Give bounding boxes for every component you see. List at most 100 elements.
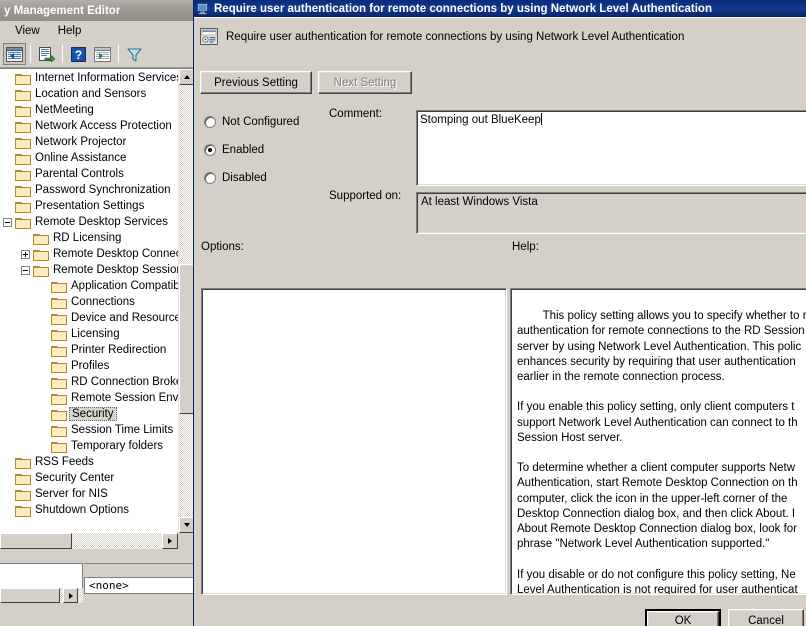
console-tree-panel: Internet Information Services Location an… xyxy=(0,68,193,533)
folder-icon xyxy=(15,168,31,181)
filter-icon[interactable] xyxy=(123,43,146,65)
tree-item-online-assistance[interactable]: Online Assistance xyxy=(0,150,178,166)
tree-item-profiles[interactable]: Profiles xyxy=(0,358,178,374)
radio-indicator[interactable] xyxy=(204,144,216,156)
tree-expander-minus-icon[interactable] xyxy=(3,217,12,227)
tree-item-label: Licensing xyxy=(71,328,120,340)
show-hide-console-tree-icon[interactable] xyxy=(3,43,26,65)
radio-indicator[interactable] xyxy=(204,116,216,128)
ok-button[interactable]: OK xyxy=(645,609,721,626)
tree-vertical-scrollbar[interactable] xyxy=(178,69,193,533)
folder-icon xyxy=(51,296,67,309)
folder-icon xyxy=(51,440,67,453)
tree-horizontal-scrollbar[interactable] xyxy=(0,533,178,549)
help-icon[interactable]: ? xyxy=(67,43,90,65)
tree-item-label: Remote Desktop Connect xyxy=(53,248,178,260)
bottom-left-hscroll-thumb[interactable] xyxy=(0,588,60,603)
cancel-label: Cancel xyxy=(748,615,784,626)
tree-item-location-and-sensors[interactable]: Location and Sensors xyxy=(0,86,178,102)
comment-value: Stomping out BlueKeep xyxy=(420,114,541,126)
tree-item-connections[interactable]: Connections xyxy=(0,294,178,310)
tree-item-remote-desktop-services[interactable]: Remote Desktop Services xyxy=(0,214,178,230)
folder-icon xyxy=(51,376,67,389)
arrow-up-icon xyxy=(184,75,190,79)
tree-item-network-access-protection[interactable]: Network Access Protection xyxy=(0,118,178,134)
tree-item-password-synchronization[interactable]: Password Synchronization xyxy=(0,182,178,198)
tree-item-label: Security xyxy=(69,407,117,421)
help-text: This policy setting allows you to specif… xyxy=(517,310,806,595)
tree-item-session-time-limits[interactable]: Session Time Limits xyxy=(0,422,178,438)
state-label: Not Configured xyxy=(222,116,300,128)
show-action-pane-icon[interactable] xyxy=(91,43,114,65)
folder-icon xyxy=(15,504,31,517)
tree-item-server-for-nis[interactable]: Server for NIS xyxy=(0,486,178,502)
previous-setting-button[interactable]: Previous Setting xyxy=(200,71,312,94)
dialog-heading-row: Require user authentication for remote c… xyxy=(200,28,684,45)
tree-item-label: Location and Sensors xyxy=(35,88,147,100)
tree-expander-minus-icon[interactable] xyxy=(21,265,30,275)
dialog-title-text: Require user authentication for remote c… xyxy=(214,2,712,15)
tree-expander-plus-icon[interactable] xyxy=(21,249,30,259)
tree-item-parental-controls[interactable]: Parental Controls xyxy=(0,166,178,182)
folder-icon xyxy=(15,488,31,501)
tree-item-device-and-resource[interactable]: Device and Resource xyxy=(0,310,178,326)
folder-icon xyxy=(15,72,31,85)
supported-on-label: Supported on: xyxy=(329,190,402,202)
state-radio-enabled[interactable]: Enabled xyxy=(204,144,264,156)
tree-item-label: Parental Controls xyxy=(35,168,124,180)
menu-view[interactable]: View xyxy=(6,23,49,39)
toolbar-separator-1 xyxy=(30,45,31,63)
folder-icon xyxy=(33,248,49,261)
tree-item-label: Shutdown Options xyxy=(35,504,129,516)
tree-item-remote-desktop-session[interactable]: Remote Desktop Session xyxy=(0,262,178,278)
tree-item-licensing[interactable]: Licensing xyxy=(0,326,178,342)
state-radio-not-configured[interactable]: Not Configured xyxy=(204,116,299,128)
tree-item-label: Password Synchronization xyxy=(35,184,171,196)
cancel-button[interactable]: Cancel xyxy=(728,609,804,626)
tree-item-temporary-folders[interactable]: Temporary folders xyxy=(0,438,178,454)
tree-item-label: RD Licensing xyxy=(53,232,122,244)
tree-hscroll-thumb[interactable] xyxy=(0,533,72,549)
tree-item-remote-session-envir[interactable]: Remote Session Envir xyxy=(0,390,178,406)
options-label: Options: xyxy=(201,241,244,253)
tree-scroll-up-button[interactable] xyxy=(179,69,193,85)
dialog-title-bar: Require user authentication for remote c… xyxy=(194,0,806,17)
tree-item-rd-connection-broke[interactable]: RD Connection Broke xyxy=(0,374,178,390)
policy-setting-icon xyxy=(197,2,210,15)
tree-item-remote-desktop-connect[interactable]: Remote Desktop Connect xyxy=(0,246,178,262)
folder-icon xyxy=(15,456,31,469)
tree-scroll-down-button[interactable] xyxy=(179,517,193,533)
tree-item-netmeeting[interactable]: NetMeeting xyxy=(0,102,178,118)
comment-input[interactable]: Stomping out BlueKeep xyxy=(416,110,806,186)
menu-help[interactable]: Help xyxy=(49,23,91,39)
tree-item-printer-redirection[interactable]: Printer Redirection xyxy=(0,342,178,358)
tree-item-label: Printer Redirection xyxy=(71,344,167,356)
none-value-field[interactable]: <none> xyxy=(84,577,193,594)
export-list-icon[interactable] xyxy=(35,43,58,65)
tree-item-label: Server for NIS xyxy=(35,488,108,500)
tree-item-internet-information-services[interactable]: Internet Information Services xyxy=(0,70,178,86)
tree-item-presentation-settings[interactable]: Presentation Settings xyxy=(0,198,178,214)
tree-item-label: Session Time Limits xyxy=(71,424,174,436)
options-panel[interactable] xyxy=(201,288,507,595)
tree-item-rd-licensing[interactable]: RD Licensing xyxy=(0,230,178,246)
tree-item-security-center[interactable]: Security Center xyxy=(0,470,178,486)
state-label: Enabled xyxy=(222,144,265,156)
policy-setting-dialog: Require user authentication for remote c… xyxy=(193,0,806,626)
help-panel[interactable]: This policy setting allows you to specif… xyxy=(510,288,806,595)
next-setting-button[interactable]: Next Setting xyxy=(318,71,412,94)
tree-item-network-projector[interactable]: Network Projector xyxy=(0,134,178,150)
tree-item-security[interactable]: Security xyxy=(0,406,178,422)
radio-indicator[interactable] xyxy=(204,172,216,184)
next-setting-label: Next Setting xyxy=(333,76,397,89)
console-tree[interactable]: Internet Information Services Location an… xyxy=(0,69,178,533)
tree-item-label: Security Center xyxy=(35,472,115,484)
tree-item-shutdown-options[interactable]: Shutdown Options xyxy=(0,502,178,518)
tree-item-application-compatibi[interactable]: Application Compatibi xyxy=(0,278,178,294)
state-radio-disabled[interactable]: Disabled xyxy=(204,172,267,184)
tree-item-rss-feeds[interactable]: RSS Feeds xyxy=(0,454,178,470)
tree-hscroll-right-button[interactable] xyxy=(162,533,178,549)
toolbar-separator-2 xyxy=(62,45,63,63)
tree-scroll-thumb[interactable] xyxy=(179,264,193,414)
bottom-left-hscroll-right-button[interactable] xyxy=(63,588,78,603)
